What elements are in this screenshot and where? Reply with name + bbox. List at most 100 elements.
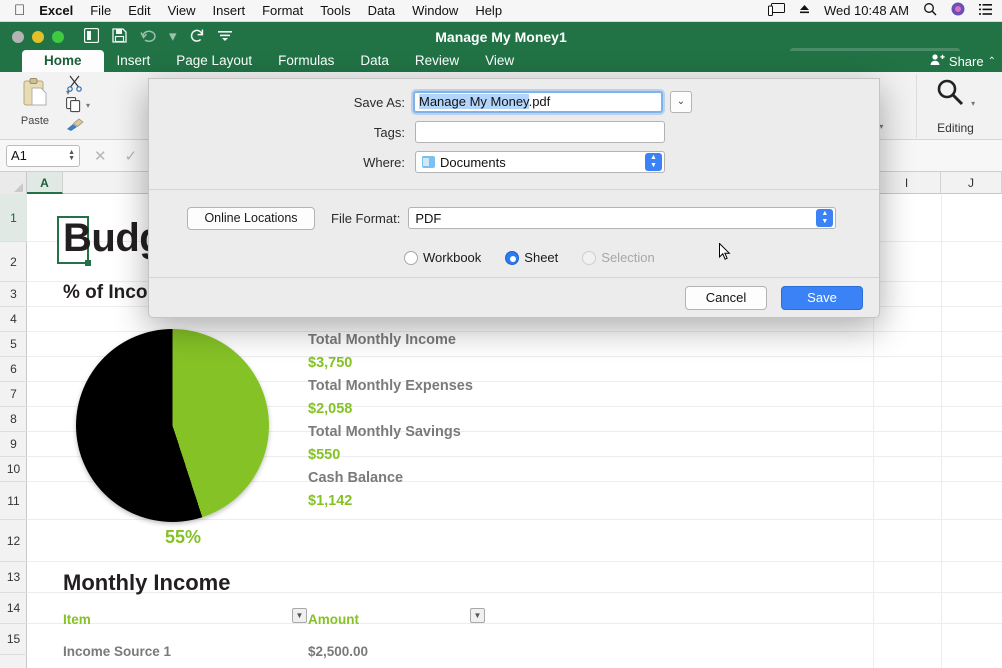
copy-dropdown-icon[interactable]: ▾ [86, 101, 90, 110]
save-as-input[interactable]: Manage My Money.pdf [413, 91, 663, 113]
expand-dialog-button[interactable]: ⌄ [670, 91, 692, 113]
stat-value-total-monthly-expenses: $2,058 [308, 401, 353, 417]
cut-icon[interactable] [66, 75, 83, 95]
tab-view[interactable]: View [472, 50, 527, 72]
tab-home[interactable]: Home [22, 50, 104, 72]
row-header-12[interactable]: 12 [0, 520, 27, 562]
maximize-window-button[interactable] [52, 30, 64, 43]
tab-review[interactable]: Review [402, 50, 472, 72]
row-header-11[interactable]: 11 [0, 482, 27, 520]
filter-dropdown-amount[interactable]: ▼ [470, 608, 485, 623]
save-dialog-options: Online Locations File Format: PDF ▲ ▼ Wor… [149, 189, 879, 277]
display-icon[interactable] [767, 2, 785, 19]
menu-bar-clock[interactable]: Wed 10:48 AM [824, 3, 909, 18]
tab-insert[interactable]: Insert [104, 50, 164, 72]
radio-sheet-circle [505, 250, 520, 265]
menu-item-view[interactable]: View [168, 3, 196, 18]
table-row-amount-1: $2,500.00 [308, 644, 369, 659]
menu-item-help[interactable]: Help [475, 3, 502, 18]
siri-icon[interactable] [951, 2, 965, 19]
undo-icon[interactable] [140, 29, 156, 45]
cancel-formula-icon[interactable]: ✕ [94, 147, 107, 165]
notification-center-icon[interactable] [979, 3, 992, 18]
where-dropdown[interactable]: Documents ▲ ▼ [415, 151, 665, 173]
menu-item-edit[interactable]: Edit [128, 3, 150, 18]
online-locations-button[interactable]: Online Locations [187, 207, 315, 230]
cancel-button[interactable]: Cancel [685, 286, 767, 310]
where-stepper-icon[interactable]: ▲ ▼ [645, 153, 662, 171]
column-header-j[interactable]: J [941, 172, 1002, 194]
tab-page-layout[interactable]: Page Layout [163, 50, 265, 72]
filter-dropdown-item[interactable]: ▼ [292, 608, 307, 623]
menu-item-file[interactable]: File [90, 3, 111, 18]
tags-row: Tags: [149, 121, 665, 143]
row-header-8[interactable]: 8 [0, 407, 27, 432]
file-format-row: File Format: PDF ▲ ▼ [331, 207, 837, 229]
row-header-1[interactable]: 1 [0, 194, 27, 242]
tags-input[interactable] [415, 121, 665, 143]
row-header-9[interactable]: 9 [0, 432, 27, 457]
row-header-4[interactable]: 4 [0, 307, 27, 332]
minimize-window-button[interactable] [32, 30, 44, 43]
menu-item-insert[interactable]: Insert [213, 3, 246, 18]
chevron-up-icon[interactable]: ⌃ [988, 56, 996, 67]
radio-sheet-label: Sheet [524, 250, 559, 265]
column-header-a[interactable]: A [27, 172, 63, 194]
accept-formula-icon[interactable]: ✓ [125, 147, 138, 165]
row-header-14[interactable]: 14 [0, 593, 27, 624]
menu-item-data[interactable]: Data [368, 3, 395, 18]
stat-label-total-monthly-expenses: Total Monthly Expenses [308, 378, 473, 394]
row-header-7[interactable]: 7 [0, 382, 27, 407]
save-as-dialog[interactable]: Save As: Manage My Money.pdf ⌄ Tags: Whe… [148, 78, 880, 318]
share-label: Share [948, 53, 984, 69]
menu-item-window[interactable]: Window [412, 3, 458, 18]
column-header-i[interactable]: I [873, 172, 941, 194]
save-icon[interactable] [112, 27, 127, 46]
radio-workbook[interactable]: Workbook [404, 250, 481, 265]
table-header-item: Item [63, 612, 91, 627]
where-label: Where: [363, 154, 405, 170]
file-format-stepper-icon[interactable]: ▲ ▼ [816, 209, 834, 227]
save-button[interactable]: Save [781, 286, 863, 310]
tab-data[interactable]: Data [347, 50, 402, 72]
undo-dropdown-icon[interactable]: ▾ [169, 29, 177, 44]
menu-item-tools[interactable]: Tools [320, 3, 350, 18]
share-person-icon [930, 53, 945, 69]
summary-stats: Total Monthly Income $3,750 Total Monthl… [308, 332, 568, 516]
close-window-button[interactable] [12, 30, 24, 43]
macos-menu-bar:  Excel File Edit View Insert Format Too… [0, 0, 1002, 22]
redo-icon[interactable] [190, 28, 205, 46]
table-header-amount: Amount [308, 612, 359, 627]
search-icon[interactable] [923, 2, 937, 19]
customize-toolbar-icon[interactable] [217, 29, 232, 44]
name-box-stepper[interactable]: ▲ ▼ [68, 149, 75, 162]
row-header-13[interactable]: 13 [0, 562, 27, 593]
income-spent-pie-chart[interactable] [76, 329, 269, 522]
chevron-down-icon[interactable]: ▾ [971, 99, 975, 108]
new-sheet-icon[interactable] [83, 27, 100, 46]
menu-item-format[interactable]: Format [262, 3, 303, 18]
monthly-income-title: Monthly Income [63, 570, 231, 595]
share-button[interactable]: Share ⌃ [930, 53, 1002, 72]
format-painter-icon[interactable] [66, 118, 84, 135]
select-all-corner[interactable] [0, 172, 27, 194]
radio-selection-label: Selection [601, 250, 655, 265]
copy-icon[interactable] [66, 97, 82, 116]
tab-formulas[interactable]: Formulas [265, 50, 347, 72]
radio-selection: Selection [582, 250, 655, 265]
radio-sheet[interactable]: Sheet [505, 250, 558, 265]
row-header-3[interactable]: 3 [0, 282, 27, 307]
stat-value-total-monthly-savings: $550 [308, 447, 341, 463]
eject-icon[interactable] [799, 3, 810, 18]
file-format-dropdown[interactable]: PDF ▲ ▼ [408, 207, 837, 229]
menu-item-excel[interactable]: Excel [39, 3, 73, 18]
row-header-15[interactable]: 15 [0, 624, 27, 655]
name-box[interactable]: A1 ▲ ▼ [6, 144, 80, 167]
row-header-6[interactable]: 6 [0, 357, 27, 382]
row-header-10[interactable]: 10 [0, 457, 27, 482]
apple-logo-icon[interactable]:  [14, 3, 25, 18]
row-header-5[interactable]: 5 [0, 332, 27, 357]
row-header-2[interactable]: 2 [0, 242, 27, 282]
paste-button[interactable]: Paste [6, 72, 64, 140]
editing-group[interactable]: ▾ Editing [916, 74, 994, 138]
